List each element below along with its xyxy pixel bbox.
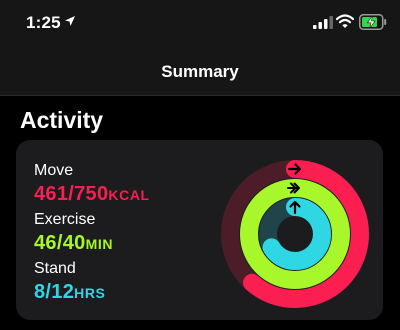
stand-label: Stand [34,260,76,277]
move-label: Move [34,162,74,179]
move-metric: Move 461/750KCAL [34,162,150,206]
nav-title: Summary [161,62,239,81]
exercise-unit: MIN [85,236,114,252]
exercise-metric: Exercise 46/40MIN [34,211,113,255]
navigation-bar: Summary [0,50,400,96]
status-time: 1:25 [26,13,61,32]
stand-value: 8/12HRS [34,281,106,304]
wifi-icon [336,14,354,28]
battery-charging-icon [359,14,387,30]
status-bar: 1:25 [0,0,400,50]
activity-card[interactable]: Move 461/750KCAL Exercise 46/40MIN Stand… [16,140,383,320]
exercise-value-text: 46/40 [34,232,86,254]
stand-unit: HRS [74,285,106,301]
exercise-value: 46/40MIN [34,232,113,255]
move-value: 461/750KCAL [34,183,150,206]
stand-value-text: 8/12 [34,281,75,303]
move-value-text: 461/750 [34,183,109,205]
stand-metric: Stand 8/12HRS [34,260,106,304]
cellular-signal-icon [313,16,333,29]
section-title: Activity [20,107,104,133]
exercise-label: Exercise [34,211,96,228]
activity-rings [221,160,369,308]
move-unit: KCAL [108,187,150,203]
location-arrow-icon [65,16,75,26]
